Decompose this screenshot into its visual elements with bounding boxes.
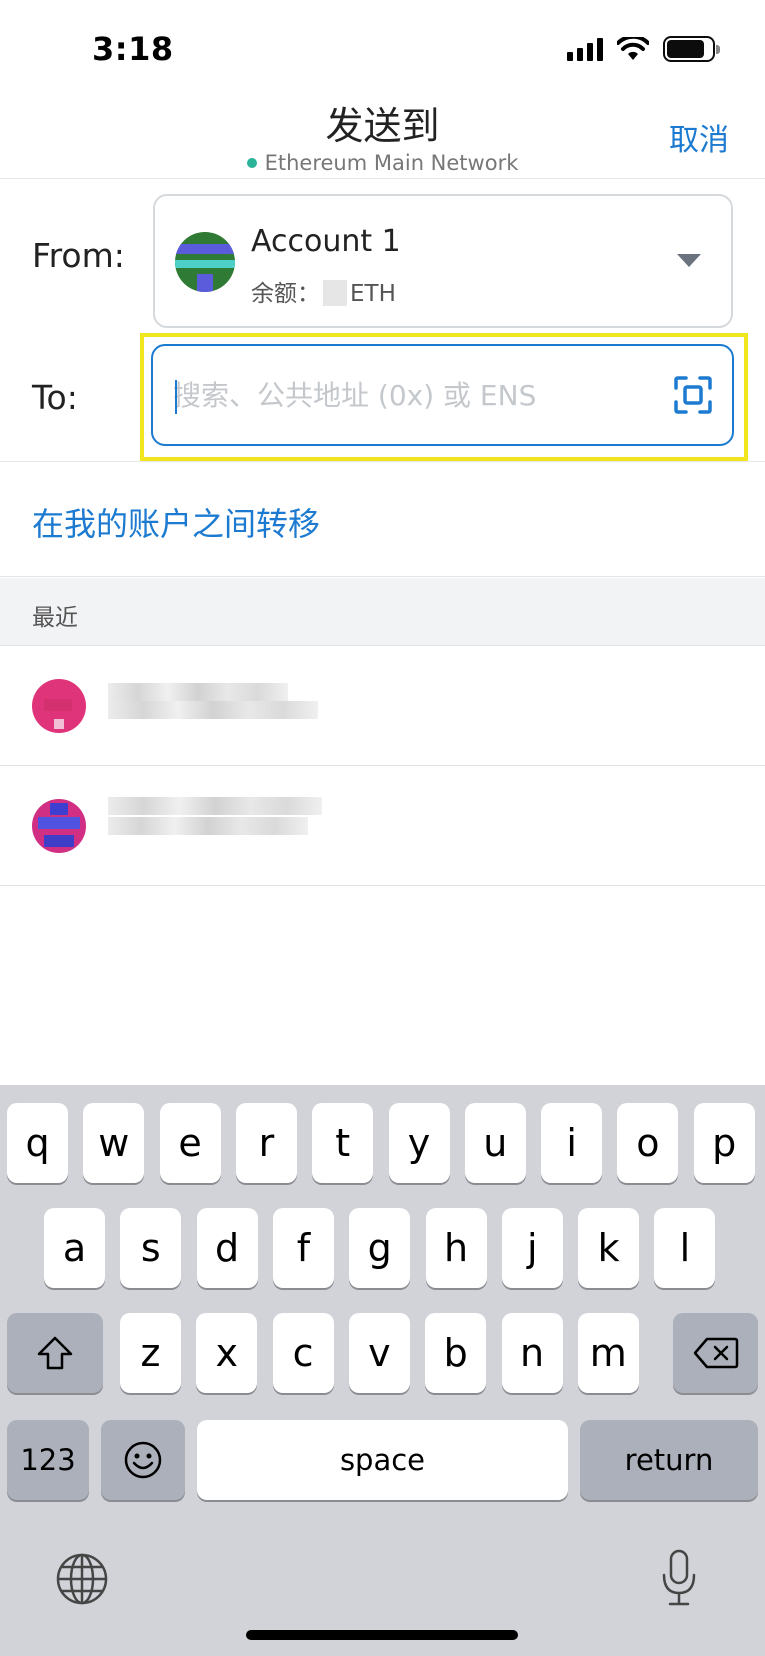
recent-address-item[interactable] — [0, 767, 765, 886]
caret-down-icon — [677, 254, 701, 267]
numbers-key[interactable]: 123 — [7, 1420, 89, 1500]
status-bar: 3:18 — [0, 0, 765, 95]
microphone-icon[interactable] — [660, 1549, 698, 1607]
key-a[interactable]: a — [44, 1208, 105, 1288]
text-cursor — [175, 380, 177, 414]
key-n[interactable]: n — [501, 1313, 563, 1393]
balance-value-redacted — [323, 280, 347, 306]
key-u[interactable]: u — [464, 1103, 526, 1183]
key-t[interactable]: t — [312, 1103, 374, 1183]
to-label: To: — [32, 378, 78, 417]
balance-prefix: 余额： — [251, 281, 320, 307]
network-status-dot-icon — [246, 158, 257, 168]
ios-keyboard: qwertyuiop asdfghjkl zxcvbnm 123 space r… — [0, 1085, 765, 1656]
page-title: 发送到 — [325, 104, 440, 148]
key-e[interactable]: e — [159, 1103, 221, 1183]
recent-address-item[interactable] — [0, 647, 765, 766]
account-name: Account 1 — [251, 224, 401, 259]
key-q[interactable]: q — [7, 1103, 68, 1183]
key-y[interactable]: y — [388, 1103, 450, 1183]
key-z[interactable]: z — [120, 1313, 181, 1393]
address-identicon — [32, 799, 86, 853]
key-f[interactable]: f — [272, 1208, 334, 1288]
key-s[interactable]: s — [120, 1208, 182, 1288]
network-name: Ethereum Main Network — [264, 151, 519, 175]
nav-header: 发送到 Ethereum Main Network 取消 — [0, 95, 765, 179]
key-h[interactable]: h — [425, 1208, 487, 1288]
key-r[interactable]: r — [235, 1103, 297, 1183]
shift-icon — [37, 1336, 73, 1370]
transfer-between-accounts-link[interactable]: 在我的账户之间转移 — [0, 463, 765, 577]
redacted-address-line — [108, 683, 288, 701]
to-row: To: — [0, 330, 765, 462]
key-b[interactable]: b — [425, 1313, 487, 1393]
recipient-input[interactable] — [173, 370, 643, 420]
return-key[interactable]: return — [580, 1420, 758, 1500]
emoji-key[interactable] — [101, 1420, 185, 1500]
key-i[interactable]: i — [541, 1103, 603, 1183]
shift-key[interactable] — [7, 1313, 103, 1393]
key-c[interactable]: c — [272, 1313, 334, 1393]
recipient-field[interactable] — [151, 344, 734, 446]
from-label: From: — [32, 236, 125, 275]
home-indicator — [246, 1630, 518, 1640]
account-avatar — [175, 232, 235, 292]
redacted-address-line — [108, 701, 318, 719]
battery-icon — [663, 36, 720, 62]
key-o[interactable]: o — [617, 1103, 679, 1183]
redacted-address-line — [108, 817, 308, 835]
cellular-signal-icon — [567, 37, 603, 61]
key-x[interactable]: x — [196, 1313, 258, 1393]
key-v[interactable]: v — [348, 1313, 410, 1393]
status-icons — [567, 36, 720, 62]
space-key[interactable]: space — [197, 1420, 568, 1500]
address-identicon — [32, 679, 86, 733]
key-k[interactable]: k — [578, 1208, 640, 1288]
account-selector[interactable]: Account 1 余额： ETH — [153, 194, 733, 328]
backspace-icon — [693, 1337, 738, 1369]
cancel-button[interactable]: 取消 — [669, 115, 729, 159]
key-g[interactable]: g — [349, 1208, 411, 1288]
account-balance: 余额： ETH — [251, 274, 396, 308]
wifi-icon — [617, 37, 649, 60]
emoji-icon — [124, 1441, 162, 1479]
transfer-link-label: 在我的账户之间转移 — [32, 505, 321, 543]
globe-icon[interactable] — [55, 1552, 109, 1606]
balance-unit: ETH — [350, 281, 396, 307]
key-m[interactable]: m — [577, 1313, 639, 1393]
from-row: From: Account 1 余额： ETH — [0, 194, 765, 330]
redacted-address-line — [108, 797, 322, 815]
key-l[interactable]: l — [654, 1208, 716, 1288]
qr-scan-icon[interactable] — [674, 376, 712, 414]
key-p[interactable]: p — [693, 1103, 755, 1183]
key-j[interactable]: j — [501, 1208, 563, 1288]
key-w[interactable]: w — [83, 1103, 145, 1183]
key-d[interactable]: d — [196, 1208, 258, 1288]
delete-key[interactable] — [673, 1313, 758, 1393]
status-time: 3:18 — [92, 30, 174, 68]
recent-section-header: 最近 — [0, 578, 765, 646]
network-indicator: Ethereum Main Network — [0, 151, 765, 175]
recent-header-label: 最近 — [32, 605, 78, 631]
